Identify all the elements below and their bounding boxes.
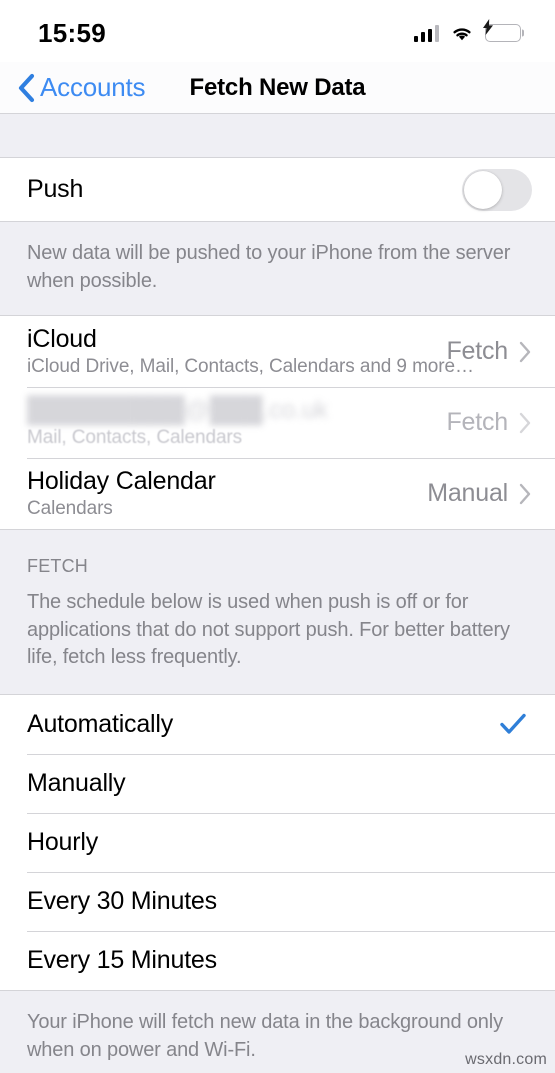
account-fetch-value: Fetch bbox=[446, 337, 508, 366]
account-fetch-value: Manual bbox=[427, 479, 508, 508]
back-button-label: Accounts bbox=[40, 72, 146, 102]
back-button[interactable]: Accounts bbox=[0, 72, 146, 103]
chevron-right-icon bbox=[519, 483, 531, 504]
push-footer-text: New data will be pushed to your iPhone f… bbox=[27, 242, 511, 292]
status-bar-indicators bbox=[413, 18, 521, 42]
push-row-main: Push bbox=[27, 175, 83, 204]
chevron-left-icon bbox=[18, 73, 35, 102]
push-footer: New data will be pushed to your iPhone f… bbox=[0, 222, 555, 317]
account-row-right: Fetch bbox=[446, 408, 532, 437]
fetch-option-label: Automatically bbox=[27, 709, 174, 738]
checkmark-icon bbox=[500, 714, 526, 735]
fetch-option-automatically[interactable]: Automatically bbox=[0, 694, 555, 754]
fetch-options-group: Automatically Manually Hourly Every 30 M… bbox=[0, 694, 555, 991]
push-toggle[interactable] bbox=[462, 168, 532, 211]
fetch-option-every-15-minutes[interactable]: Every 15 Minutes bbox=[0, 930, 555, 990]
fetch-section-header: FETCH bbox=[0, 530, 555, 590]
iphone-settings-screen: 15:59 Accounts Fetch New Data Push New d… bbox=[0, 0, 555, 1073]
status-bar: 15:59 bbox=[0, 0, 555, 62]
account-fetch-value: Fetch bbox=[446, 408, 508, 437]
chevron-right-icon bbox=[519, 412, 531, 433]
account-row-main: █████████@███.co.uk Mail, Contacts, Cale… bbox=[27, 396, 328, 449]
push-group: Push bbox=[0, 158, 555, 222]
push-row-right bbox=[462, 168, 532, 211]
fetch-section-header-text: FETCH bbox=[27, 556, 88, 577]
account-title: Holiday Calendar bbox=[27, 467, 216, 496]
account-subtitle: Calendars bbox=[27, 498, 113, 520]
account-row-holiday-calendar[interactable]: Holiday Calendar Calendars Manual bbox=[0, 458, 555, 530]
site-watermark: wsxdn.com bbox=[465, 1051, 547, 1068]
status-bar-clock: 15:59 bbox=[38, 17, 106, 48]
account-title: █████████@███.co.uk bbox=[27, 396, 328, 425]
battery-charging-icon bbox=[482, 18, 521, 42]
fetch-option-label: Every 15 Minutes bbox=[27, 945, 217, 974]
accounts-group: iCloud iCloud Drive, Mail, Contacts, Cal… bbox=[0, 316, 555, 531]
fetch-option-manually[interactable]: Manually bbox=[0, 753, 555, 813]
fetch-section-description-text: The schedule below is used when push is … bbox=[27, 591, 510, 669]
wifi-icon bbox=[450, 24, 474, 42]
account-row-redacted-email[interactable]: █████████@███.co.uk Mail, Contacts, Cale… bbox=[0, 387, 555, 459]
fetch-option-label: Hourly bbox=[27, 827, 99, 856]
push-row[interactable]: Push bbox=[0, 158, 555, 221]
fetch-option-every-30-minutes[interactable]: Every 30 Minutes bbox=[0, 871, 555, 931]
account-row-icloud[interactable]: iCloud iCloud Drive, Mail, Contacts, Cal… bbox=[0, 316, 555, 388]
cellular-signal-icon bbox=[413, 25, 439, 42]
fetch-section-description: The schedule below is used when push is … bbox=[0, 589, 555, 695]
fetch-option-label: Manually bbox=[27, 768, 126, 797]
navigation-bar: Accounts Fetch New Data bbox=[0, 62, 555, 114]
top-spacer bbox=[0, 114, 555, 158]
push-label: Push bbox=[27, 175, 84, 203]
fetch-option-hourly[interactable]: Hourly bbox=[0, 812, 555, 872]
push-toggle-knob bbox=[464, 170, 502, 209]
account-subtitle: Mail, Contacts, Calendars bbox=[27, 427, 243, 449]
account-row-main: iCloud iCloud Drive, Mail, Contacts, Cal… bbox=[27, 325, 474, 378]
fetch-footer-text: Your iPhone will fetch new data in the b… bbox=[27, 1010, 503, 1061]
account-row-right: Manual bbox=[427, 479, 532, 508]
account-row-right: Fetch bbox=[446, 337, 532, 366]
chevron-right-icon bbox=[519, 341, 531, 362]
fetch-option-label: Every 30 Minutes bbox=[27, 886, 217, 915]
account-row-main: Holiday Calendar Calendars bbox=[27, 467, 216, 520]
account-title: iCloud bbox=[27, 325, 97, 354]
account-subtitle: iCloud Drive, Mail, Contacts, Calendars … bbox=[27, 356, 474, 378]
